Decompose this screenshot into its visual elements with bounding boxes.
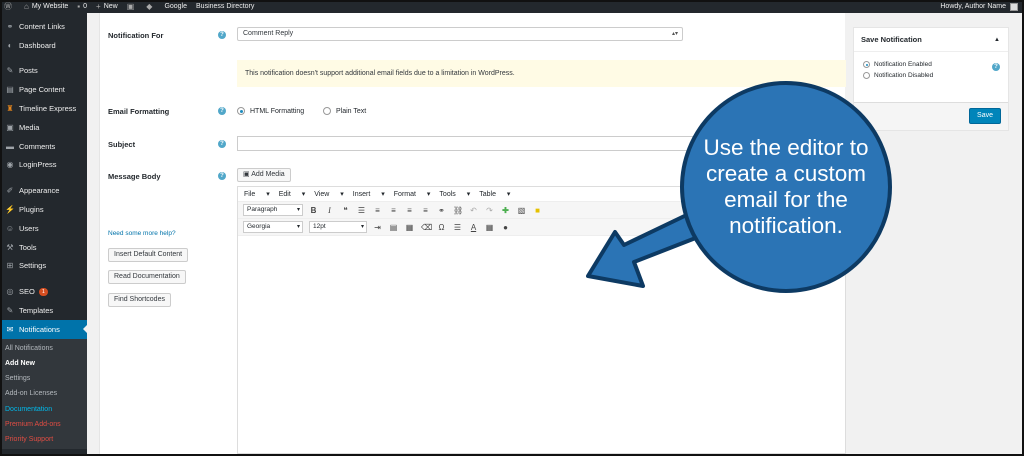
callout-bubble: Use the editor to create a custom email … [680,81,892,293]
